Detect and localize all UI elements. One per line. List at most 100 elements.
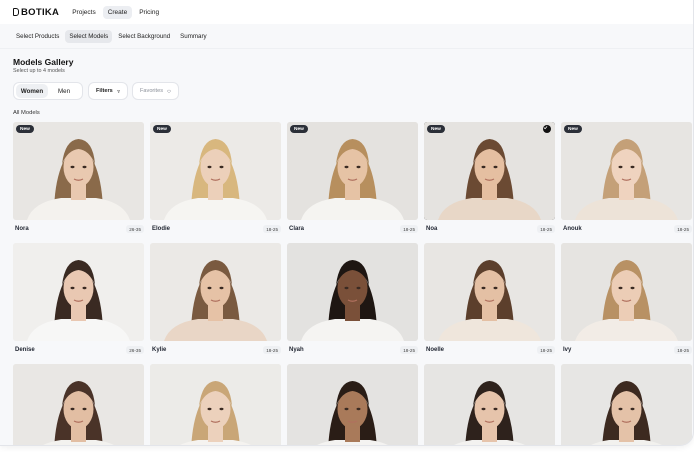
model-card[interactable]: Nyah 18-25 [287,243,418,357]
model-photo[interactable] [287,364,418,445]
models-grid: New Nora 26-35 New Elodie 18-25 New Clara 18-25 N… [13,122,692,445]
age-range-badge: 18-25 [263,225,281,233]
model-name: Ivy [563,347,572,353]
age-range-badge: 18-25 [400,225,418,233]
model-photo[interactable] [561,243,692,341]
portrait-illustration [287,243,418,341]
model-photo[interactable] [287,243,418,341]
portrait-illustration [287,364,418,445]
model-photo[interactable] [150,243,281,341]
portrait-illustration [561,243,692,341]
page-title: Models Gallery [13,57,74,67]
section-label: All Models [13,110,40,116]
model-photo[interactable]: New [561,122,692,220]
brand-logo[interactable]: BOTIKA [13,7,59,18]
women-button[interactable]: Women [16,84,48,98]
model-meta: Ivy 18-25 [561,344,692,356]
app-window: BOTIKA Projects Create Pricing Select Pr… [0,0,694,446]
model-meta: Anouk 18-25 [561,223,692,235]
new-badge: New [427,125,445,133]
model-name: Noa [426,226,438,232]
new-badge: New [290,125,308,133]
model-meta: Elodie 18-25 [150,223,281,235]
age-range-badge: 18-25 [537,225,555,233]
model-photo[interactable]: New [150,122,281,220]
model-photo[interactable] [561,364,692,445]
brand-mark-icon [13,8,19,16]
gender-toggle: Women Men [13,82,83,100]
selected-check-icon [543,125,551,133]
model-meta: Denise 26-35 [13,344,144,356]
portrait-illustration [424,364,555,445]
model-meta: Nora 26-35 [13,223,144,235]
model-card[interactable]: New Elodie 18-25 [150,122,281,236]
filters-button[interactable]: Filters [88,82,128,100]
model-photo[interactable] [150,364,281,445]
nav-projects[interactable]: Projects [67,6,100,19]
model-card[interactable] [13,364,144,445]
model-card[interactable]: Kylie 18-25 [150,243,281,357]
portrait-illustration [150,243,281,341]
portrait-illustration [150,364,281,445]
portrait-illustration [13,243,144,341]
model-photo[interactable] [13,364,144,445]
age-range-badge: 18-25 [400,346,418,354]
tab-select-background[interactable]: Select Background [114,30,174,43]
age-range-badge: 18-25 [537,346,555,354]
portrait-illustration [13,122,144,220]
model-card[interactable]: New Anouk 18-25 [561,122,692,236]
model-photo[interactable]: New [287,122,418,220]
portrait-illustration [561,364,692,445]
model-card[interactable]: New Clara 18-25 [287,122,418,236]
page-subtitle: Select up to 4 models [13,68,65,74]
tab-select-products[interactable]: Select Products [12,30,63,43]
portrait-illustration [424,122,555,220]
step-tabs: Select Products Select Models Select Bac… [0,24,693,49]
portrait-illustration [561,122,692,220]
model-name: Denise [15,347,35,353]
new-badge: New [564,125,582,133]
nav-create[interactable]: Create [102,5,133,19]
model-meta: Kylie 18-25 [150,344,281,356]
men-button[interactable]: Men [48,84,80,98]
model-card[interactable]: New Noa 18-25 [424,122,555,236]
age-range-badge: 26-35 [126,225,144,233]
tab-summary[interactable]: Summary [176,30,210,43]
age-range-badge: 18-25 [674,346,692,354]
model-card[interactable] [150,364,281,445]
model-name: Kylie [152,347,167,353]
new-badge: New [153,125,171,133]
model-card[interactable]: Denise 26-35 [13,243,144,357]
model-meta: Nyah 18-25 [287,344,418,356]
model-name: Clara [289,226,305,232]
model-card[interactable] [287,364,418,445]
model-name: Elodie [152,226,171,232]
new-badge: New [16,125,34,133]
model-photo[interactable]: New [424,122,555,220]
favorites-label: Favorites [140,88,164,94]
model-name: Noelle [426,347,445,353]
age-range-badge: 18-25 [263,346,281,354]
age-range-badge: 18-25 [674,225,692,233]
model-photo[interactable] [424,364,555,445]
tab-select-models[interactable]: Select Models [65,29,113,43]
heart-icon [167,89,171,93]
model-card[interactable]: Noelle 18-25 [424,243,555,357]
model-photo[interactable] [424,243,555,341]
model-photo[interactable]: New [13,122,144,220]
model-card[interactable]: New Nora 26-35 [13,122,144,236]
portrait-illustration [13,364,144,445]
model-meta: Noa 18-25 [424,223,555,235]
filters-label: Filters [96,88,113,94]
model-card[interactable] [561,364,692,445]
model-photo[interactable] [13,243,144,341]
portrait-illustration [287,122,418,220]
portrait-illustration [424,243,555,341]
model-name: Nora [15,226,29,232]
nav-pricing[interactable]: Pricing [134,6,164,19]
model-card[interactable]: Ivy 18-25 [561,243,692,357]
favorites-button[interactable]: Favorites [132,82,179,100]
model-card[interactable] [424,364,555,445]
model-name: Anouk [563,226,582,232]
model-meta: Noelle 18-25 [424,344,555,356]
